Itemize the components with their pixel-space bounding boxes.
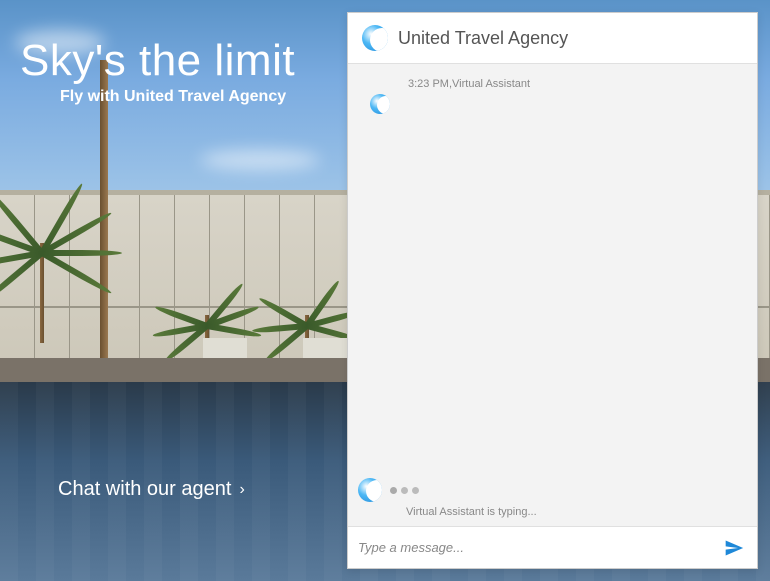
- message-input[interactable]: [358, 540, 721, 555]
- chat-with-agent-link[interactable]: Chat with our agent ›: [58, 478, 245, 501]
- typing-dots-icon: [390, 487, 419, 494]
- send-button[interactable]: [721, 535, 747, 561]
- chat-body[interactable]: 3:23 PM,Virtual Assistant Virtual Assist…: [348, 64, 757, 526]
- chat-input-bar: [348, 526, 757, 568]
- chat-widget: United Travel Agency 3:23 PM,Virtual Ass…: [347, 12, 758, 569]
- cloud-decoration: [200, 150, 320, 170]
- chat-cta-label: Chat with our agent: [58, 478, 231, 501]
- palm-tree-decoration: [40, 243, 44, 343]
- chat-header-title: United Travel Agency: [398, 28, 568, 49]
- wave-logo-icon: [358, 478, 382, 502]
- hero-title: Sky's the limit: [20, 36, 295, 86]
- wave-logo-icon: [370, 94, 390, 114]
- chevron-right-icon: ›: [239, 481, 244, 499]
- message-meta: 3:23 PM,Virtual Assistant: [408, 78, 745, 90]
- chat-header: United Travel Agency: [348, 13, 757, 64]
- hero-subtitle: Fly with United Travel Agency: [60, 88, 295, 106]
- typing-label: Virtual Assistant is typing...: [406, 506, 747, 518]
- wave-logo-icon: [362, 25, 388, 51]
- send-icon: [724, 538, 744, 558]
- hero-text-block: Sky's the limit Fly with United Travel A…: [20, 36, 295, 106]
- assistant-message: [370, 94, 745, 114]
- typing-indicator-block: Virtual Assistant is typing...: [358, 478, 747, 518]
